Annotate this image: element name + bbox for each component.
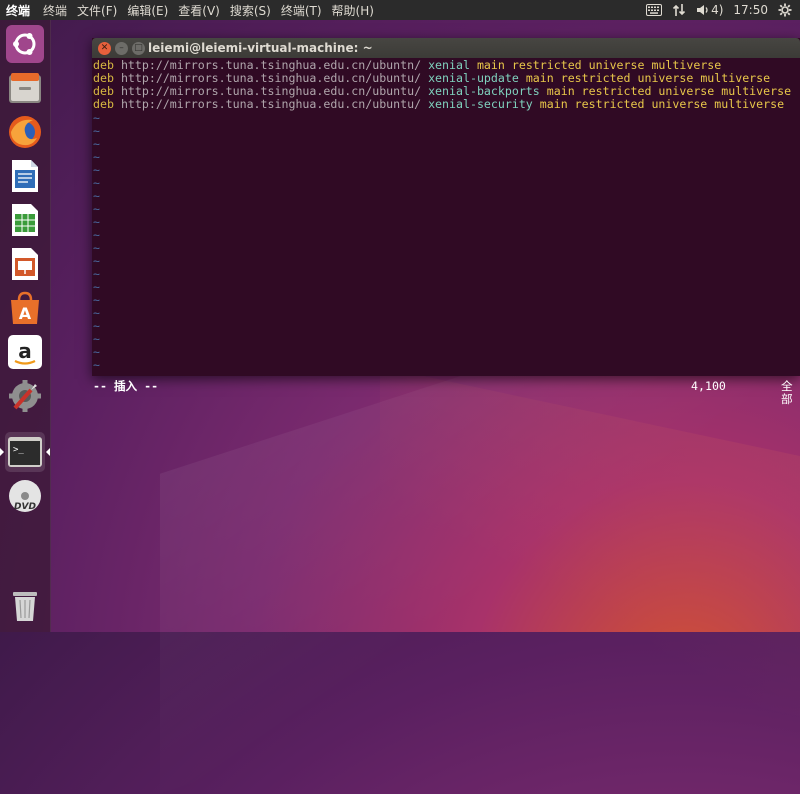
cursor-position: 4,100 (691, 379, 726, 393)
menu-terminal[interactable]: 终端(T) (276, 2, 327, 19)
impress-icon[interactable] (5, 244, 45, 284)
amazon-icon[interactable]: a (5, 332, 45, 372)
writer-icon[interactable] (5, 156, 45, 196)
network-icon[interactable] (672, 3, 686, 17)
clock[interactable]: 17:50 (733, 3, 768, 17)
scroll-indicator: 全部 (781, 379, 793, 407)
source-line: deb http://mirrors.tuna.tsinghua.edu.cn/… (93, 97, 785, 111)
running-indicator (0, 448, 4, 456)
ubuntu-dash-icon[interactable] (5, 24, 45, 64)
wallpaper-streak (380, 366, 800, 734)
mode-indicator: -- 插入 -- (93, 379, 159, 393)
svg-text:DVD: DVD (14, 502, 36, 512)
active-app-title: 终端 (6, 3, 31, 18)
menu-view[interactable]: 查看(V) (173, 2, 225, 19)
minimize-button[interactable]: – (115, 41, 128, 55)
maximize-button[interactable]: □ (132, 41, 145, 55)
top-panel: 终端 终端 文件(F) 编辑(E) 查看(V) 搜索(S) 终端(T) 帮助(H… (0, 0, 800, 20)
firefox-icon[interactable] (5, 112, 45, 152)
launcher: A a >_ DVD (0, 20, 51, 632)
indicator-area: 4) 17:50 (646, 3, 800, 17)
menu-search[interactable]: 搜索(S) (225, 2, 276, 19)
svg-text:A: A (19, 304, 32, 323)
files-icon[interactable] (5, 68, 45, 108)
trash-icon[interactable] (5, 586, 45, 626)
menu-help[interactable]: 帮助(H) (327, 2, 379, 19)
window-title: leiemi@leiemi-virtual-machine: ~ (148, 41, 373, 55)
keyboard-icon[interactable] (646, 4, 663, 16)
svg-text:a: a (18, 339, 32, 363)
close-button[interactable]: ✕ (98, 41, 111, 55)
calc-icon[interactable] (5, 200, 45, 240)
menu-file[interactable]: 文件(F) (72, 2, 122, 19)
terminal-icon[interactable]: >_ (5, 432, 45, 472)
volume-label: 4) (711, 3, 724, 17)
system-settings-icon[interactable] (5, 376, 45, 416)
vim-status-line: -- 插入 -- 4,100 全部 (93, 379, 799, 406)
focus-indicator (46, 448, 50, 456)
menu-edit[interactable]: 编辑(E) (122, 2, 173, 19)
svg-text:>_: >_ (13, 445, 24, 455)
dvd-icon[interactable]: DVD (5, 476, 45, 516)
terminal-window[interactable]: ✕ – □ leiemi@leiemi-virtual-machine: ~ d… (92, 38, 800, 406)
terminal-content[interactable]: deb http://mirrors.tuna.tsinghua.edu.cn/… (92, 58, 800, 406)
window-titlebar[interactable]: ✕ – □ leiemi@leiemi-virtual-machine: ~ (92, 38, 800, 58)
menu-bar: 终端 文件(F) 编辑(E) 查看(V) 搜索(S) 终端(T) 帮助(H) (38, 2, 379, 19)
software-center-icon[interactable]: A (5, 288, 45, 328)
empty-line-tilde: ~ (93, 358, 100, 372)
volume-icon[interactable]: 4) (696, 3, 723, 17)
gear-icon[interactable] (778, 3, 792, 17)
menu-terminal-app[interactable]: 终端 (38, 2, 72, 19)
